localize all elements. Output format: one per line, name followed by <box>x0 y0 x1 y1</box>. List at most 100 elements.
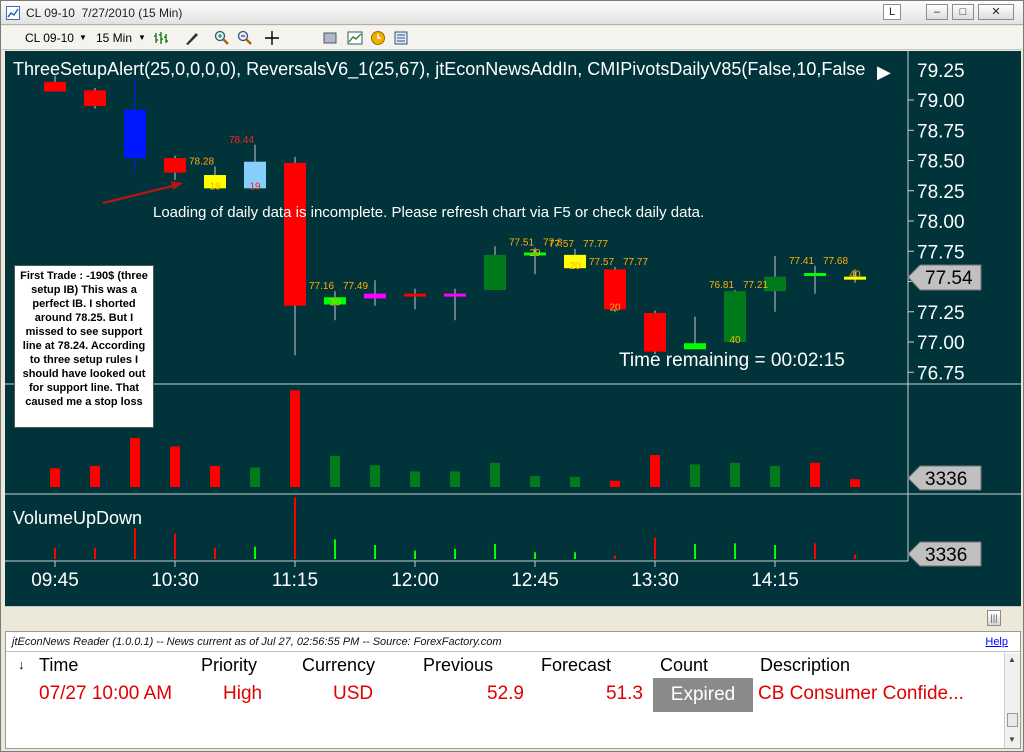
volume-bar <box>850 479 860 487</box>
volume-updown-bar <box>374 545 376 559</box>
volume-bar <box>770 465 780 487</box>
volume-bar <box>170 446 180 487</box>
col-currency[interactable]: Currency <box>302 655 375 675</box>
sort-arrow-icon[interactable]: ↓ <box>18 657 25 672</box>
instrument-selector[interactable]: CL 09-10 <box>25 29 74 47</box>
candle-body <box>644 312 666 352</box>
news-columns: ↓ Time Priority Currency Previous Foreca… <box>6 653 1006 675</box>
col-previous[interactable]: Previous <box>423 655 493 675</box>
play-icon[interactable]: ▶ <box>877 62 891 83</box>
interval-dropdown-icon[interactable]: ▼ <box>138 29 146 47</box>
candle-body <box>444 293 466 297</box>
chart-app-icon <box>6 6 20 20</box>
price-tick-label: 78.25 <box>917 182 965 203</box>
close-button[interactable]: ✕ <box>978 4 1014 20</box>
volume-updown-bar <box>614 555 616 559</box>
candle-label: 78.28 <box>189 157 214 168</box>
scroll-up-icon[interactable]: ▲ <box>1008 655 1016 664</box>
indicators-label: ThreeSetupAlert(25,0,0,0,0), ReversalsV6… <box>13 59 865 80</box>
vertical-scrollbar[interactable]: ▲ ▼ <box>1004 653 1020 748</box>
candle-label: 19 <box>249 181 261 192</box>
horizontal-scrollbar[interactable]: ||| <box>5 606 1021 628</box>
candle-label: 76.81 <box>709 280 734 291</box>
data-box-icon[interactable] <box>393 30 409 46</box>
table-row[interactable]: 07/27 10:00 AM High USD 52.9 51.3 Expire… <box>6 675 1006 715</box>
volume-bar <box>610 480 620 487</box>
volume-bar <box>410 471 420 487</box>
candle-label: 40 <box>729 335 741 346</box>
zoom-out-icon[interactable] <box>237 30 253 46</box>
volume-bar <box>290 390 300 487</box>
time-tick-label: 09:45 <box>31 570 79 591</box>
scroll-thumb[interactable]: ||| <box>987 610 1001 626</box>
volume-updown-bar <box>534 552 536 559</box>
volume-marker-1: 3336 <box>925 469 967 490</box>
row-currency: USD <box>333 683 374 704</box>
crosshair-icon[interactable] <box>264 30 280 46</box>
price-tick-label: 77.00 <box>917 333 965 354</box>
time-remaining: Time remaining = 00:02:15 <box>619 350 845 371</box>
volume-updown-bar <box>334 539 336 559</box>
row-previous: 52.9 <box>487 683 524 704</box>
candle-label: 30 <box>329 297 341 308</box>
price-chart[interactable]: 79.0078.7578.5078.2578.0077.7577.5077.25… <box>5 51 1021 606</box>
volume-updown-bar <box>254 546 256 559</box>
candle-body <box>484 254 506 290</box>
volume-bar <box>50 468 60 487</box>
volume-updown-bar <box>94 547 96 559</box>
volume-bar <box>450 471 460 487</box>
scroll-thumb-vertical[interactable] <box>1007 713 1018 727</box>
volume-bar <box>810 462 820 487</box>
candle-label: 77.68 <box>823 256 848 267</box>
clock-icon[interactable] <box>370 30 386 46</box>
candle-label: 77.41 <box>789 256 814 267</box>
candle-body <box>804 273 826 277</box>
warning-message: Loading of daily data is incomplete. Ple… <box>153 204 704 221</box>
candle-body <box>684 343 706 350</box>
news-panel: jtEconNews Reader (1.0.0.1) -- News curr… <box>5 631 1021 749</box>
volume-updown-bar <box>774 545 776 559</box>
candle-body <box>44 81 66 92</box>
candle-label: 78.44 <box>229 135 254 146</box>
volume-bar <box>530 476 540 487</box>
volume-updown-bar <box>214 547 216 559</box>
scroll-down-icon[interactable]: ▼ <box>1008 735 1016 744</box>
col-count[interactable]: Count <box>660 655 708 675</box>
link-button[interactable]: L <box>883 4 901 20</box>
instrument-dropdown-icon[interactable]: ▼ <box>79 29 87 47</box>
help-link[interactable]: Help <box>985 636 1008 648</box>
col-description[interactable]: Description <box>760 655 850 675</box>
chart-canvas: 79.0078.7578.5078.2578.0077.7577.5077.25… <box>5 51 1021 591</box>
chart-icon[interactable] <box>347 30 363 46</box>
volume-updown-bar <box>574 552 576 559</box>
candle-label: 77.57 <box>589 257 614 268</box>
drawing-pen-icon[interactable] <box>184 30 200 46</box>
row-time: 07/27 10:00 AM <box>39 683 173 704</box>
interval-selector[interactable]: 15 Min <box>96 29 132 47</box>
volume-updown-bar <box>134 528 136 559</box>
col-forecast[interactable]: Forecast <box>541 655 611 675</box>
price-marker: 77.54 <box>925 268 973 289</box>
maximize-button[interactable]: □ <box>952 4 974 20</box>
volume-bar <box>650 455 660 487</box>
zoom-in-icon[interactable] <box>214 30 230 46</box>
volume-bar <box>490 462 500 487</box>
col-time[interactable]: Time <box>39 655 78 675</box>
candle-label: 18 <box>209 181 221 192</box>
properties-icon[interactable] <box>322 30 338 46</box>
minimize-button[interactable]: – <box>926 4 948 20</box>
volume-updown-label: VolumeUpDown <box>13 508 142 528</box>
volume-updown-bar <box>294 497 296 559</box>
col-priority[interactable]: Priority <box>201 655 257 675</box>
bar-type-icon[interactable] <box>153 30 169 46</box>
time-tick-label: 12:45 <box>511 570 559 591</box>
price-tick-label: 79.25 <box>917 61 965 82</box>
candle-body <box>164 158 186 173</box>
volume-bar <box>250 467 260 487</box>
app-window: CL 09-10 7/27/2010 (15 Min) L – □ ✕ CL 0… <box>0 0 1024 752</box>
volume-bar <box>570 476 580 487</box>
candle-label: 77.57 <box>549 239 574 250</box>
candle-label: 77.77 <box>583 239 608 250</box>
volume-updown-bar <box>654 537 656 559</box>
candle-label: 20 <box>609 302 621 313</box>
